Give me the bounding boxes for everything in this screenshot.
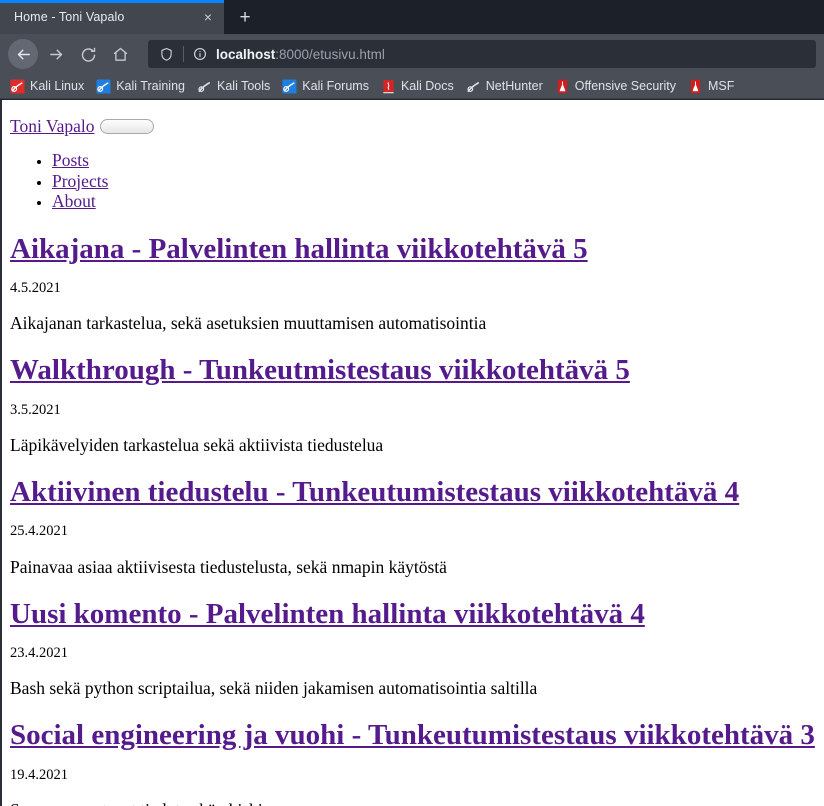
close-icon[interactable]: × [198, 7, 218, 27]
tab-strip: Home - Toni Vapalo × + [0, 0, 824, 34]
post-date: 25.4.2021 [10, 523, 68, 540]
new-tab-button[interactable]: + [228, 2, 262, 32]
main-nav: PostsProjectsAbout [10, 150, 824, 213]
site-title-link[interactable]: Toni Vapalo [10, 116, 94, 137]
post-title-link[interactable]: Uusi komento - Palvelinten hallinta viik… [10, 598, 824, 630]
post-description: Bash sekä python scriptailua, sekä niide… [10, 678, 538, 699]
tab-home[interactable]: Home - Toni Vapalo × [0, 0, 224, 34]
nav-list-item: Projects [52, 171, 824, 193]
forward-arrow-icon [49, 49, 62, 59]
bookmark-label: Kali Training [116, 79, 185, 93]
nav-link-about[interactable]: About [52, 191, 96, 211]
bookmark-label: Offensive Security [574, 79, 676, 93]
address-bar-divider [183, 46, 184, 62]
post-item: Aikajana - Palvelinten hallinta viikkote… [10, 233, 824, 335]
tab-title: Home - Toni Vapalo [14, 10, 125, 24]
bookmark-kali-training[interactable]: Kali Training [90, 75, 191, 97]
post-title-link[interactable]: Aikajana - Palvelinten hallinta viikkote… [10, 233, 824, 265]
post-date: 4.5.2021 [10, 279, 61, 296]
post-title-link[interactable]: Aktiivinen tiedustelu - Tunkeutumistesta… [10, 476, 824, 508]
bookmark-label: Kali Forums [302, 79, 369, 93]
browser-window: Home - Toni Vapalo × + localhost:8000/et… [0, 0, 824, 806]
nav-list-item: Posts [52, 150, 824, 172]
page-viewport: Toni Vapalo PostsProjectsAbout Aikajana … [0, 100, 824, 806]
post-date: 23.4.2021 [10, 644, 68, 661]
nav-link-projects[interactable]: Projects [52, 171, 108, 191]
reload-icon [81, 47, 95, 62]
kali-dragon-red-icon [10, 78, 25, 94]
post-description: Aikajanan tarkastelua, sekä asetuksien m… [10, 313, 487, 334]
post-title-link[interactable]: Social engineering ja vuohi - Tunkeutumi… [10, 719, 824, 751]
bookmark-kali-docs[interactable]: Kali Docs [375, 75, 460, 97]
search-box-placeholder[interactable] [100, 119, 155, 134]
post-description: Somessa vuotavat tiedot sekä phishing [10, 800, 824, 806]
nethunter-icon [467, 81, 479, 92]
nav-list-item: About [52, 191, 824, 213]
shield-icon[interactable] [156, 44, 176, 64]
url-path: :8000/etusivu.html [275, 46, 385, 62]
post-list: Aikajana - Palvelinten hallinta viikkote… [10, 233, 824, 806]
bookmark-nethunter[interactable]: NetHunter [460, 75, 549, 97]
back-button[interactable] [8, 39, 38, 69]
back-arrow-icon [17, 49, 30, 59]
post-item: Aktiivinen tiedustelu - Tunkeutumistesta… [10, 476, 824, 578]
post-item: Social engineering ja vuohi - Tunkeutumi… [10, 719, 824, 806]
post-title-link[interactable]: Walkthrough - Tunkeutmistestaus viikkote… [10, 354, 824, 386]
post-description: Läpikävelyiden tarkastelua sekä aktiivis… [10, 434, 384, 455]
bookmarks-bar: Kali Linux Kali Training Kali Tools Kali Fo… [0, 74, 824, 99]
nav-link-posts[interactable]: Posts [52, 150, 89, 170]
kali-docs-book-icon [383, 79, 394, 93]
bookmark-offensive-security[interactable]: Offensive Security [549, 75, 682, 97]
post-item: Uusi komento - Palvelinten hallinta viik… [10, 598, 824, 700]
url-host: localhost [216, 46, 276, 62]
msf-icon [690, 79, 701, 93]
kali-tools-icon [198, 81, 211, 92]
bookmark-label: MSF [707, 79, 735, 93]
address-bar-text[interactable]: localhost:8000/etusivu.html [216, 47, 385, 62]
bookmark-label: Kali Tools [217, 79, 271, 93]
address-bar[interactable]: localhost:8000/etusivu.html [148, 40, 816, 68]
offsec-icon [557, 79, 567, 93]
bookmark-label: Kali Docs [400, 79, 454, 93]
home-icon [113, 47, 127, 61]
forward-button[interactable] [42, 40, 70, 68]
post-item: Walkthrough - Tunkeutmistestaus viikkote… [10, 354, 824, 456]
page-content: Toni Vapalo PostsProjectsAbout Aikajana … [2, 100, 824, 806]
bookmark-msf[interactable]: MSF [682, 75, 740, 97]
post-description: Painavaa asiaa aktiivisesta tiedustelust… [10, 556, 447, 577]
bookmark-kali-forums[interactable]: Kali Forums [276, 75, 375, 97]
post-date: 19.4.2021 [10, 766, 68, 783]
post-date: 3.5.2021 [10, 401, 61, 418]
bookmark-kali-linux[interactable]: Kali Linux [4, 75, 90, 97]
bookmark-label: Kali Linux [30, 79, 85, 93]
bookmark-kali-tools[interactable]: Kali Tools [191, 75, 276, 97]
navigation-toolbar: localhost:8000/etusivu.html [0, 34, 824, 74]
reload-button[interactable] [74, 40, 102, 68]
kali-dragon-blue-icon [282, 78, 297, 94]
home-button[interactable] [106, 40, 134, 68]
kali-dragon-blue-icon [96, 78, 111, 94]
info-icon[interactable] [191, 45, 209, 63]
bookmark-label: NetHunter [485, 79, 543, 93]
site-header: Toni Vapalo [10, 116, 824, 137]
